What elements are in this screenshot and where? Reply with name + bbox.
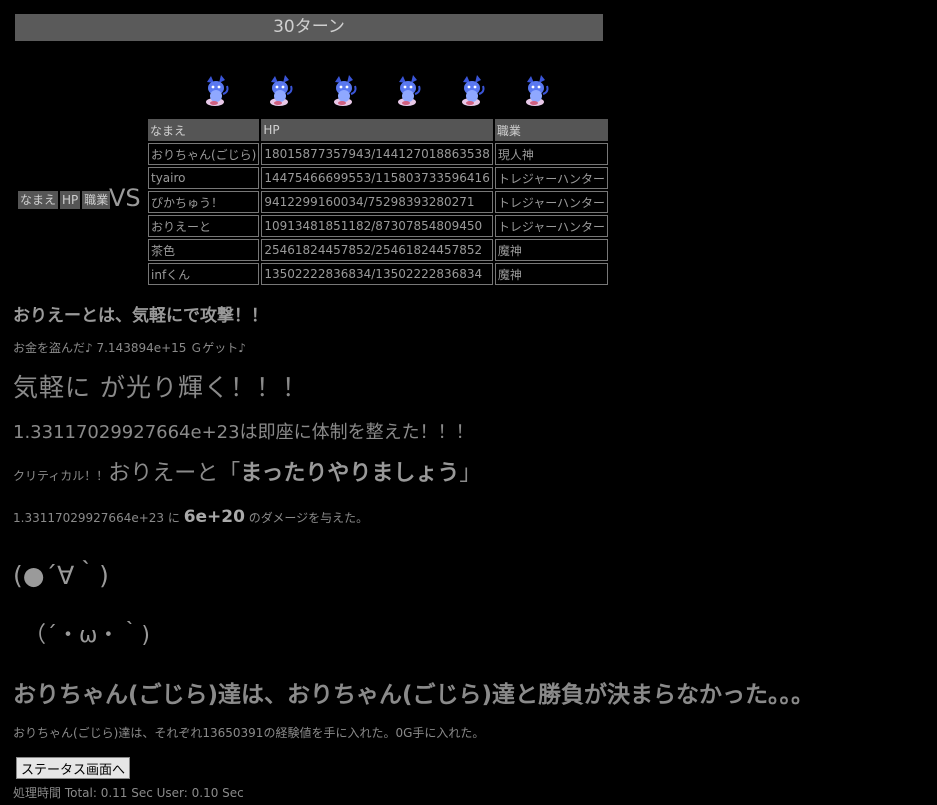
experience-message: おりちゃん(ごじら)達は、それぞれ13650391の経験値を手に入れた。0G手に… <box>13 726 485 740</box>
emoticon-2: （´・ω・｀) <box>24 623 151 648</box>
header-name: なまえ <box>148 119 260 141</box>
table-row: tyairo 14475466699553/115803733596416 トレ… <box>148 167 608 189</box>
member-hp: 18015877357943/144127018863538 <box>261 143 493 165</box>
member-name: 茶色 <box>148 239 260 261</box>
emoticon-1: (●´∀｀) <box>13 561 109 590</box>
creature-icon <box>457 74 487 108</box>
creature-icon <box>201 74 231 108</box>
member-job: トレジャーハンター <box>494 191 608 213</box>
party-table-header: なまえ HP 職業 <box>148 119 608 141</box>
header-job: 職業 <box>494 119 608 141</box>
member-hp: 10913481851182/87307854809450 <box>261 215 493 237</box>
member-job: 魔神 <box>494 239 608 261</box>
member-job: 魔神 <box>494 263 608 285</box>
damage-message: 1.33117029927664e+23 に 6e+20 のダメージを与えた。 <box>13 507 368 527</box>
vs-label: VS <box>109 184 141 212</box>
member-job: トレジャーハンター <box>494 167 608 189</box>
steal-message: お金を盗んだ♪ 7.143894e+15 Ｇゲット♪ <box>13 341 246 355</box>
status-screen-button[interactable]: ステータス画面へ <box>16 757 131 779</box>
member-name: ぴかちゅう！ <box>148 191 260 213</box>
critical-quote-close: 」 <box>459 461 482 486</box>
header-hp: HP <box>261 119 493 141</box>
member-name: おりちゃん(ごじら) <box>148 143 260 165</box>
critical-label: クリティカル！！ <box>13 469 109 483</box>
damage-suffix: のダメージを与えた。 <box>244 511 369 525</box>
member-name: おりえーと <box>148 215 260 237</box>
enemy-header-job: 職業 <box>82 191 111 209</box>
table-row: infくん 13502222836834/13502222836834 魔神 <box>148 263 608 285</box>
enemy-header-name: なまえ <box>18 191 59 209</box>
damage-value: 6e+20 <box>183 507 245 527</box>
shine-message: 気軽に が光り輝く！！！ <box>13 373 308 402</box>
member-job: 現人神 <box>494 143 608 165</box>
member-hp: 9412299160034/75298393280271 <box>261 191 493 213</box>
processing-time: 処理時間 Total: 0.11 Sec User: 0.10 Sec <box>13 786 244 800</box>
turn-counter: 30ターン <box>15 14 603 41</box>
critical-quote: まったりやりましょう <box>240 461 460 486</box>
table-row: おりちゃん(ごじら) 18015877357943/14412701886353… <box>148 143 608 165</box>
table-row: おりえーと 10913481851182/87307854809450 トレジャ… <box>148 215 608 237</box>
member-hp: 25461824457852/25461824457852 <box>261 239 493 261</box>
member-hp: 13502222836834/13502222836834 <box>261 263 493 285</box>
member-name: tyairo <box>148 167 260 189</box>
table-row: 茶色 25461824457852/25461824457852 魔神 <box>148 239 608 261</box>
member-name: infくん <box>148 263 260 285</box>
creature-icon <box>265 74 295 108</box>
table-row: ぴかちゅう！ 9412299160034/75298393280271 トレジャ… <box>148 191 608 213</box>
enemy-team-header: なまえ HP 職業 <box>18 191 111 209</box>
creature-icon <box>393 74 423 108</box>
party-table: なまえ HP 職業 おりちゃん(ごじら) 18015877357943/1441… <box>146 117 610 287</box>
member-job: トレジャーハンター <box>494 215 608 237</box>
critical-speaker: おりえーと「 <box>108 461 241 486</box>
critical-message: クリティカル！！おりえーと「まったりやりましょう」 <box>13 455 481 487</box>
creature-icon <box>521 74 551 108</box>
enemy-header-hp: HP <box>60 191 81 209</box>
attack-message: おりえーとは、気軽にで攻撃！！ <box>13 306 268 326</box>
battle-result: おりちゃん(ごじら)達は、おりちゃん(ごじら)達と勝負が決まらなかった。。。 <box>13 682 815 708</box>
creature-icon <box>329 74 359 108</box>
ready-message: 1.33117029927664e+23は即座に体制を整えた！！！ <box>13 422 474 443</box>
member-hp: 14475466699553/115803733596416 <box>261 167 493 189</box>
damage-target: 1.33117029927664e+23 に <box>13 511 184 525</box>
